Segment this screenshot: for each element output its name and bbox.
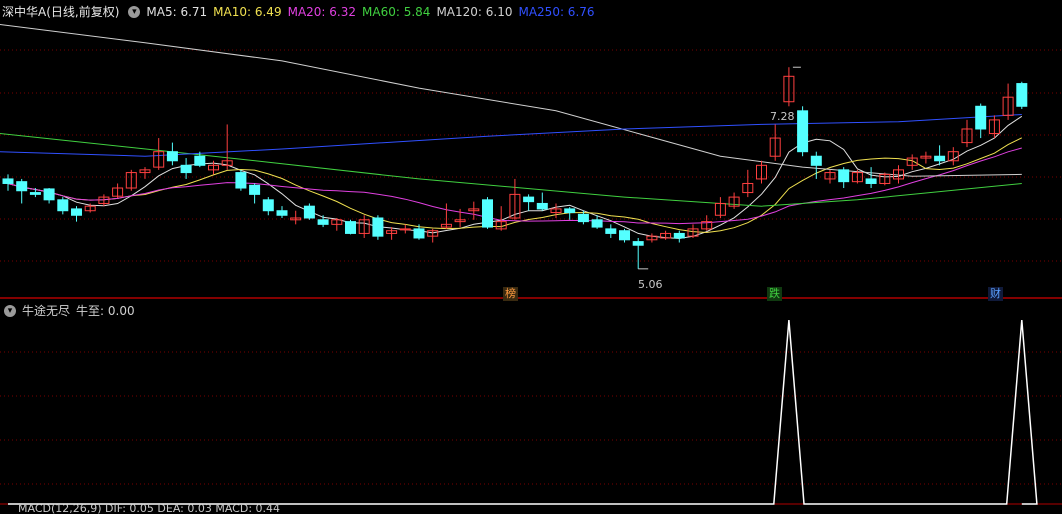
candle-body xyxy=(536,202,548,210)
candle-body xyxy=(577,213,589,223)
event-tag-cai[interactable]: 财 xyxy=(988,287,1003,301)
candle-body xyxy=(865,178,877,184)
candle-body xyxy=(317,219,329,225)
macd-panel-header: MACD(12,26,9) DIF: 0.05 DEA: 0.03 MACD: … xyxy=(0,503,286,514)
event-tag-die[interactable]: 跌 xyxy=(767,287,782,301)
candle-body xyxy=(276,210,288,216)
moving-average-lines xyxy=(0,24,1023,240)
candle-body xyxy=(1016,83,1028,107)
candle-body xyxy=(810,155,822,166)
candle-body xyxy=(16,181,28,192)
candle-body xyxy=(399,228,411,231)
ma60-line xyxy=(0,133,1022,207)
ma250-label: MA250: 6.76 xyxy=(518,5,595,19)
candle-body xyxy=(934,155,946,162)
candle-body xyxy=(166,151,178,162)
candle-body xyxy=(482,199,493,228)
candle-body xyxy=(29,192,41,195)
candle-body xyxy=(303,205,315,219)
candle-body xyxy=(591,219,603,228)
macd-label: MACD(12,26,9) DIF: 0.05 DEA: 0.03 MACD: … xyxy=(18,503,281,514)
ma10-label: MA10: 6.49 xyxy=(213,5,282,19)
candle-body xyxy=(564,208,576,214)
candle-body xyxy=(797,110,809,153)
event-tag-bang[interactable]: 榜 xyxy=(503,287,518,301)
candle-body xyxy=(71,208,82,216)
candle-body xyxy=(180,164,192,174)
ma60-label: MA60: 5.84 xyxy=(362,5,431,19)
candle-body xyxy=(523,196,535,203)
candle-body xyxy=(345,221,356,234)
candle-body xyxy=(235,172,247,189)
candle-body xyxy=(632,241,644,246)
indicator-name: 牛途无尽 xyxy=(22,304,71,318)
grid-lines xyxy=(0,49,1062,505)
ma5-label: MA5: 6.71 xyxy=(146,5,208,19)
indicator-panel-header: ▾ 牛途无尽 牛至: 0.00 xyxy=(0,301,141,321)
candle-body xyxy=(43,188,55,201)
high-price-annotation: 7.28 xyxy=(770,110,795,123)
candle-body xyxy=(838,169,850,183)
candle-body xyxy=(249,184,261,195)
chevron-down-icon[interactable]: ▾ xyxy=(128,6,141,18)
stock-title: 深中华A(日线,前复权) xyxy=(2,5,120,19)
chevron-down-icon[interactable]: ▾ xyxy=(4,305,16,317)
indicator-line xyxy=(8,319,1038,505)
candle-body xyxy=(57,199,69,212)
candle-body xyxy=(262,199,274,212)
candle-body xyxy=(2,178,14,184)
ma20-label: MA20: 6.32 xyxy=(287,5,357,19)
indicator-line xyxy=(8,319,1038,505)
candlesticks xyxy=(2,66,1028,270)
candle-body xyxy=(619,230,630,241)
price-panel-header: 深中华A(日线,前复权) ▾ MA5: 6.71 MA10: 6.49 MA20… xyxy=(0,2,601,22)
stock-chart xyxy=(0,24,1062,505)
candle-body xyxy=(194,155,206,166)
indicator-value: 牛至: 0.00 xyxy=(76,304,135,318)
ma120-label: MA120: 6.10 xyxy=(436,5,513,19)
candle-body xyxy=(673,232,685,239)
candle-body xyxy=(975,105,987,130)
candle-body xyxy=(413,228,425,239)
low-price-annotation: 5.06 xyxy=(638,278,663,291)
candle-body xyxy=(372,217,384,237)
candle-body xyxy=(605,228,617,234)
